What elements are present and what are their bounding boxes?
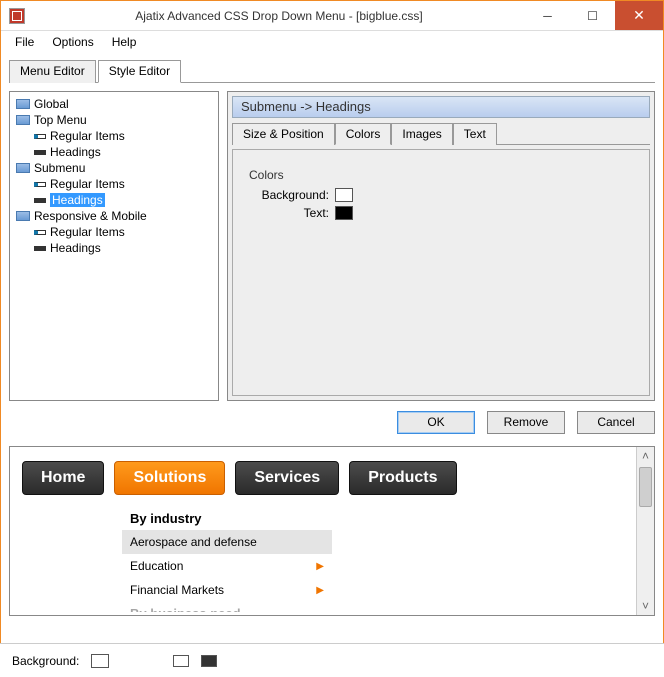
nav-services[interactable]: Services [235, 461, 339, 495]
close-button[interactable]: ✕ [615, 1, 663, 30]
menu-file[interactable]: File [7, 33, 42, 51]
chevron-right-icon: ▶ [316, 561, 324, 572]
tree-node-resp-headings[interactable]: Headings [12, 240, 216, 256]
text-label: Text: [249, 206, 329, 220]
scroll-down-icon[interactable]: ˅ [637, 597, 654, 615]
tree-node-global[interactable]: Global [12, 96, 216, 112]
tree-node-top-headings[interactable]: Headings [12, 144, 216, 160]
footer-bg-swatch[interactable] [91, 654, 109, 668]
chevron-right-icon: ▶ [316, 585, 324, 596]
tab-size-position[interactable]: Size & Position [232, 123, 335, 145]
nav-home[interactable]: Home [22, 461, 104, 495]
window-buttons: ─ ☐ ✕ [525, 1, 663, 30]
tab-style-editor[interactable]: Style Editor [98, 60, 181, 83]
properties-pane: Submenu -> Headings Size & Position Colo… [227, 91, 655, 401]
tree-node-submenu[interactable]: Submenu [12, 160, 216, 176]
preview-content: Home Solutions Services Products By indu… [10, 447, 636, 615]
nav-products[interactable]: Products [349, 461, 456, 495]
cancel-button[interactable]: Cancel [577, 411, 655, 434]
nav-solutions[interactable]: Solutions [114, 461, 225, 495]
tree-node-top-regular[interactable]: Regular Items [12, 128, 216, 144]
tab-colors[interactable]: Colors [335, 123, 392, 145]
maximize-button[interactable]: ☐ [570, 1, 615, 30]
scroll-up-icon[interactable]: ˄ [637, 447, 654, 465]
status-bar: Background: [0, 643, 664, 677]
editor-tabs: Menu Editor Style Editor [9, 59, 655, 83]
content-area: Menu Editor Style Editor Global Top Menu… [1, 53, 663, 622]
footer-icon-filled[interactable] [201, 655, 217, 667]
submenu-item-aerospace[interactable]: Aerospace and defense [122, 530, 332, 554]
menu-bar: File Options Help [1, 31, 663, 53]
background-color-swatch[interactable] [335, 188, 353, 202]
editor-panes: Global Top Menu Regular Items Headings S… [9, 91, 655, 401]
submenu-item-financial[interactable]: Financial Markets▶ [122, 578, 332, 602]
window-title: Ajatix Advanced CSS Drop Down Menu - [bi… [33, 9, 525, 23]
preview-pane: Home Solutions Services Products By indu… [9, 446, 655, 616]
menu-options[interactable]: Options [44, 33, 101, 51]
background-label: Background: [249, 188, 329, 202]
preview-scrollbar[interactable]: ˄ ˅ [636, 447, 654, 615]
scroll-thumb[interactable] [639, 467, 652, 507]
tree-node-resp-regular[interactable]: Regular Items [12, 224, 216, 240]
remove-button[interactable]: Remove [487, 411, 565, 434]
dialog-buttons: OK Remove Cancel [9, 411, 655, 434]
footer-icon-outline[interactable] [173, 655, 189, 667]
property-tabs: Size & Position Colors Images Text [232, 122, 650, 145]
submenu-dropdown: By industry Aerospace and defense Educat… [122, 507, 332, 612]
tree-node-sub-headings[interactable]: Headings [12, 192, 216, 208]
menu-help[interactable]: Help [104, 33, 145, 51]
text-color-swatch[interactable] [335, 206, 353, 220]
tab-menu-editor[interactable]: Menu Editor [9, 60, 96, 83]
colors-group-label: Colors [249, 168, 633, 182]
minimize-button[interactable]: ─ [525, 1, 570, 30]
style-tree[interactable]: Global Top Menu Regular Items Headings S… [9, 91, 219, 401]
title-bar: Ajatix Advanced CSS Drop Down Menu - [bi… [1, 1, 663, 31]
pane-title: Submenu -> Headings [232, 96, 650, 118]
colors-panel: Colors Background: Text: [232, 149, 650, 396]
submenu-heading-industry: By industry [122, 507, 332, 530]
tab-images[interactable]: Images [391, 123, 452, 145]
nav-menu: Home Solutions Services Products [22, 461, 624, 495]
app-icon [9, 8, 25, 24]
submenu-item-education[interactable]: Education▶ [122, 554, 332, 578]
footer-bg-label: Background: [12, 654, 79, 668]
submenu-heading-cut: By business need [122, 602, 332, 612]
tree-node-sub-regular[interactable]: Regular Items [12, 176, 216, 192]
tab-text[interactable]: Text [453, 123, 497, 145]
tree-node-top-menu[interactable]: Top Menu [12, 112, 216, 128]
text-color-row: Text: [249, 206, 633, 220]
tree-node-responsive[interactable]: Responsive & Mobile [12, 208, 216, 224]
ok-button[interactable]: OK [397, 411, 475, 434]
background-color-row: Background: [249, 188, 633, 202]
